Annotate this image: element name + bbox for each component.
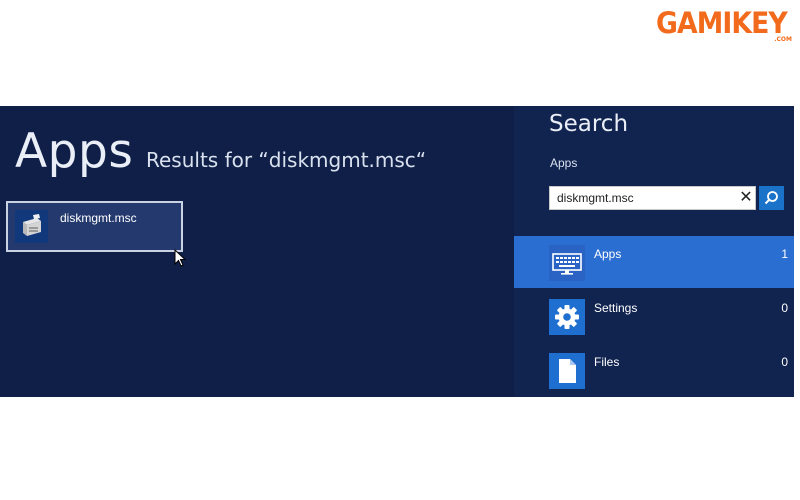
logo-text: GAMIKEY bbox=[656, 6, 788, 40]
search-box: ✕ bbox=[549, 186, 756, 210]
search-scope-label: Apps bbox=[550, 156, 578, 170]
gear-icon bbox=[549, 299, 585, 335]
logo-sub: .COM bbox=[774, 36, 792, 43]
search-charm: Search Apps ✕ bbox=[514, 106, 794, 397]
filter-settings[interactable]: Settings 0 bbox=[514, 290, 794, 342]
filter-count: 0 bbox=[781, 355, 788, 369]
gamikey-logo: GAMIKEY .COM bbox=[656, 4, 796, 48]
search-icon bbox=[764, 191, 778, 205]
result-item-diskmgmt[interactable]: diskmgmt.msc bbox=[6, 201, 183, 252]
search-button[interactable] bbox=[759, 186, 784, 210]
filter-label: Apps bbox=[594, 247, 622, 261]
page-title: Apps bbox=[15, 124, 134, 179]
search-input[interactable] bbox=[557, 190, 727, 206]
result-item-label: diskmgmt.msc bbox=[60, 211, 137, 225]
search-charm-title: Search bbox=[549, 111, 629, 137]
disk-management-icon bbox=[15, 210, 48, 243]
results-pane: Apps Results for “diskmgmt.msc“ diskmgmt… bbox=[0, 106, 514, 397]
results-for-text: Results for “diskmgmt.msc“ bbox=[146, 148, 427, 172]
windows-screen: Apps Results for “diskmgmt.msc“ diskmgmt… bbox=[0, 106, 794, 397]
file-icon bbox=[549, 353, 585, 389]
filter-count: 0 bbox=[781, 301, 788, 315]
filter-apps[interactable]: Apps 1 bbox=[514, 236, 794, 288]
filter-label: Settings bbox=[594, 301, 638, 315]
filter-files[interactable]: Files 0 bbox=[514, 344, 794, 396]
filter-label: Files bbox=[594, 355, 620, 369]
apps-keyboard-icon bbox=[549, 245, 585, 281]
filter-count: 1 bbox=[781, 247, 788, 261]
mouse-cursor-icon bbox=[174, 248, 187, 267]
clear-icon[interactable]: ✕ bbox=[736, 188, 756, 208]
